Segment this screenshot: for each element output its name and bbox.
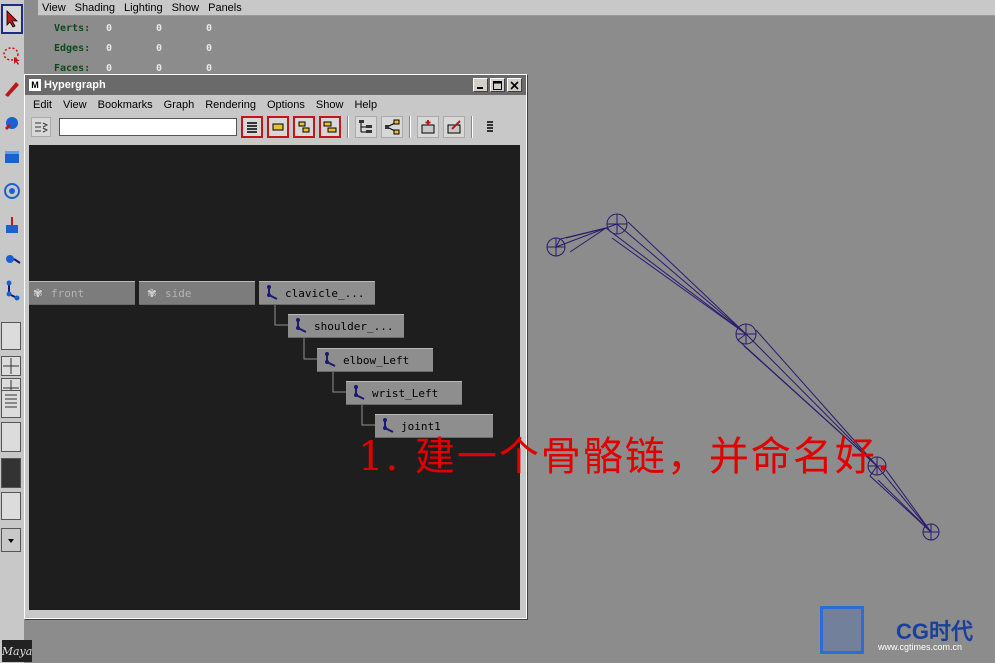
camera-icon: ✾ xyxy=(33,285,43,301)
frame-all-icon[interactable] xyxy=(241,116,263,138)
close-button[interactable] xyxy=(507,78,522,92)
hypergraph-window: M Hypergraph Edit View Bookmarks Graph R… xyxy=(24,74,527,619)
node-label: front xyxy=(51,286,85,300)
hierarchy-connectors xyxy=(274,304,376,426)
frame-selection-icon[interactable] xyxy=(267,116,289,138)
list-options-icon[interactable] xyxy=(479,116,501,138)
node-elbow-left[interactable]: elbow_Left xyxy=(317,348,433,372)
node-label: wrist_Left xyxy=(372,386,439,400)
shoulder-bone[interactable] xyxy=(604,213,747,335)
node-label: clavicle_... xyxy=(285,286,365,300)
menu-rendering[interactable]: Rendering xyxy=(205,99,256,111)
node-side[interactable]: ✾ side xyxy=(139,281,255,305)
frame-branch-icon[interactable] xyxy=(319,116,341,138)
toolbar-separator xyxy=(409,116,411,138)
scene-hierarchy-icon[interactable] xyxy=(355,116,377,138)
minimize-button[interactable] xyxy=(473,78,488,92)
window-title: Hypergraph xyxy=(44,79,106,91)
menu-bookmarks[interactable]: Bookmarks xyxy=(98,99,153,111)
maximize-button[interactable] xyxy=(490,78,505,92)
toolbar-separator xyxy=(471,116,473,138)
node-label: elbow_Left xyxy=(343,353,410,367)
watermark: CG时代 www.cgtimes.com.cn xyxy=(818,606,988,656)
watermark-logo xyxy=(820,606,864,654)
watermark-url: www.cgtimes.com.cn xyxy=(878,642,963,652)
node-label: side xyxy=(165,286,192,300)
node-clavicle[interactable]: clavicle_... xyxy=(259,281,375,305)
toolbar-separator xyxy=(347,116,349,138)
menu-graph[interactable]: Graph xyxy=(164,99,195,111)
menu-edit[interactable]: Edit xyxy=(33,99,52,111)
menu-show[interactable]: Show xyxy=(316,99,344,111)
edit-bookmark-icon[interactable] xyxy=(443,116,465,138)
joint1-end[interactable] xyxy=(922,523,940,541)
tutorial-annotation: 1. 建一个骨骼链，并命名好. xyxy=(358,434,892,480)
search-input[interactable] xyxy=(59,118,237,136)
hypergraph-menubar: Edit View Bookmarks Graph Rendering Opti… xyxy=(25,95,526,115)
maya-window-icon: M xyxy=(29,79,41,91)
input-output-icon[interactable] xyxy=(31,117,51,137)
node-label: shoulder_... xyxy=(314,319,394,333)
hypergraph-titlebar[interactable]: M Hypergraph xyxy=(25,75,526,95)
node-shoulder[interactable]: shoulder_... xyxy=(288,314,404,338)
add-bookmark-icon[interactable] xyxy=(417,116,439,138)
clavicle-bone[interactable] xyxy=(546,227,607,257)
window-controls xyxy=(473,78,522,92)
input-output-connections-icon[interactable] xyxy=(381,116,403,138)
menu-view[interactable]: View xyxy=(63,99,87,111)
frame-hierarchy-icon[interactable] xyxy=(293,116,315,138)
hypergraph-toolbar xyxy=(25,115,526,139)
hypergraph-graph-area[interactable]: ✾ front ✾ side clavicle_... shoulder_...… xyxy=(29,145,520,610)
joint-icon xyxy=(321,351,339,369)
node-front[interactable]: ✾ front xyxy=(29,281,135,305)
joint-icon xyxy=(263,284,281,302)
joint-icon xyxy=(292,317,310,335)
menu-options[interactable]: Options xyxy=(267,99,305,111)
camera-icon: ✾ xyxy=(147,285,157,301)
joint-icon xyxy=(350,384,368,402)
menu-help[interactable]: Help xyxy=(354,99,377,111)
node-wrist-left[interactable]: wrist_Left xyxy=(346,381,462,405)
